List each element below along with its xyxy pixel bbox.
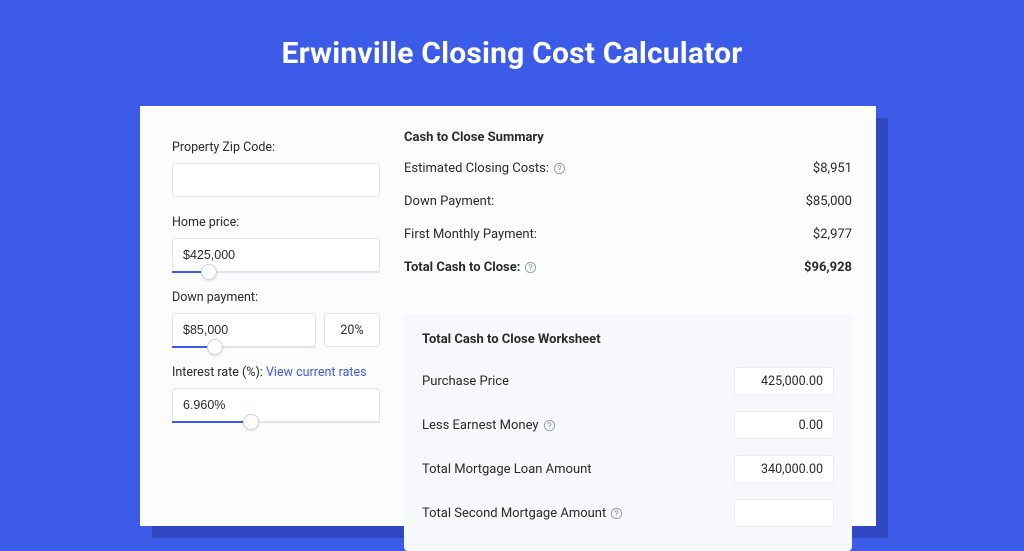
home-price-slider[interactable] <box>172 238 380 272</box>
worksheet-row-mortgage-loan: Total Mortgage Loan Amount 340,000.00 <box>422 455 834 483</box>
help-icon[interactable] <box>553 162 566 175</box>
help-icon[interactable] <box>543 419 556 432</box>
down-payment-field-block: Down payment: 20% <box>172 290 380 347</box>
worksheet-row-purchase-price: Purchase Price 425,000.00 <box>422 367 834 395</box>
worksheet-label: Less Earnest Money <box>422 418 539 433</box>
help-icon[interactable] <box>524 261 537 274</box>
summary-row-down-payment: Down Payment: $85,000 <box>404 194 852 209</box>
worksheet-value[interactable]: 0.00 <box>734 411 834 439</box>
down-payment-slider[interactable] <box>172 313 316 347</box>
calculator-card: Property Zip Code: Home price: Down paym… <box>140 106 876 526</box>
summary-row-closing-costs: Estimated Closing Costs: $8,951 <box>404 161 852 176</box>
zip-field-block: Property Zip Code: <box>172 140 380 197</box>
view-rates-link[interactable]: View current rates <box>266 365 367 380</box>
summary-row-total: Total Cash to Close: $96,928 <box>404 260 852 275</box>
summary-label: Estimated Closing Costs: <box>404 161 549 176</box>
worksheet-value[interactable] <box>734 499 834 527</box>
worksheet-block: Total Cash to Close Worksheet Purchase P… <box>404 314 852 551</box>
interest-label: Interest rate (%): <box>172 365 263 380</box>
down-payment-label: Down payment: <box>172 290 380 305</box>
worksheet-label: Purchase Price <box>422 374 509 389</box>
home-price-label: Home price: <box>172 215 380 230</box>
slider-fill <box>172 421 251 423</box>
worksheet-row-earnest-money: Less Earnest Money 0.00 <box>422 411 834 439</box>
interest-field-block: Interest rate (%): View current rates <box>172 365 380 422</box>
worksheet-label: Total Mortgage Loan Amount <box>422 462 592 477</box>
worksheet-value[interactable]: 340,000.00 <box>734 455 834 483</box>
worksheet-value[interactable]: 425,000.00 <box>734 367 834 395</box>
slider-thumb[interactable] <box>243 414 259 430</box>
summary-value: $85,000 <box>806 194 852 209</box>
worksheet-label: Total Second Mortgage Amount <box>422 506 606 521</box>
worksheet-heading: Total Cash to Close Worksheet <box>422 332 834 347</box>
interest-label-row: Interest rate (%): View current rates <box>172 365 380 380</box>
home-price-field-block: Home price: <box>172 215 380 272</box>
down-payment-percent[interactable]: 20% <box>324 313 380 347</box>
summary-label: First Monthly Payment: <box>404 227 537 242</box>
interest-slider[interactable] <box>172 388 380 422</box>
summary-row-first-payment: First Monthly Payment: $2,977 <box>404 227 852 242</box>
summary-block: Cash to Close Summary Estimated Closing … <box>404 130 852 300</box>
slider-thumb[interactable] <box>207 339 223 355</box>
zip-label: Property Zip Code: <box>172 140 380 155</box>
zip-input[interactable] <box>172 163 380 197</box>
slider-thumb[interactable] <box>201 264 217 280</box>
summary-label: Down Payment: <box>404 194 494 209</box>
summary-value: $2,977 <box>813 227 852 242</box>
summary-heading: Cash to Close Summary <box>404 130 852 145</box>
summary-value: $8,951 <box>813 161 852 176</box>
results-column: Cash to Close Summary Estimated Closing … <box>380 106 876 526</box>
inputs-column: Property Zip Code: Home price: Down paym… <box>140 106 380 526</box>
worksheet-row-second-mortgage: Total Second Mortgage Amount <box>422 499 834 527</box>
interest-input[interactable] <box>172 388 380 422</box>
help-icon[interactable] <box>610 507 623 520</box>
down-payment-input[interactable] <box>172 313 316 347</box>
page-title: Erwinville Closing Cost Calculator <box>0 0 1024 99</box>
summary-total-value: $96,928 <box>804 260 852 275</box>
summary-total-label: Total Cash to Close: <box>404 260 520 275</box>
